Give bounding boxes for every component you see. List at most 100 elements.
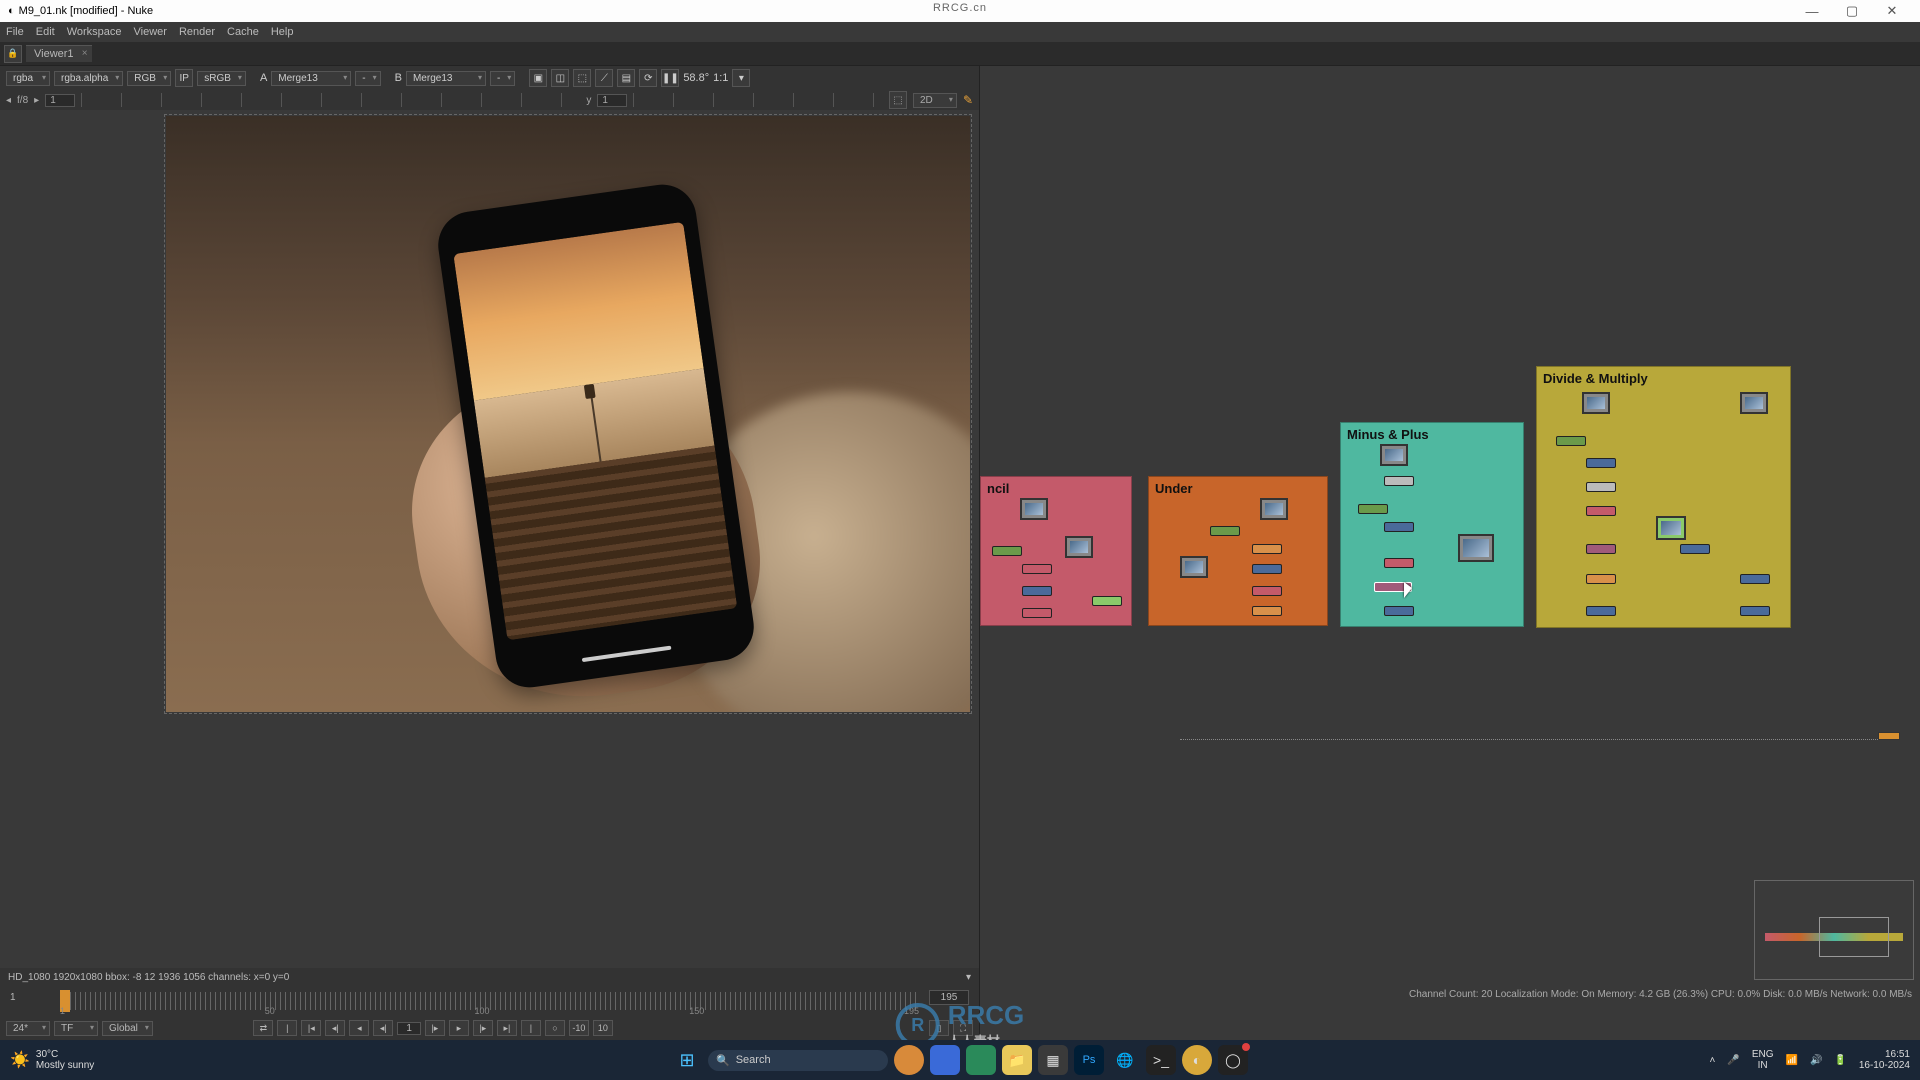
merge-node[interactable] — [992, 546, 1022, 556]
app-icon-2[interactable] — [930, 1045, 960, 1075]
transform-node[interactable] — [1384, 606, 1414, 616]
node-graph-panel[interactable]: ncil Under Minus & Plus Divide & Multipl… — [980, 66, 1920, 1040]
merge-node[interactable] — [1210, 526, 1240, 536]
menu-edit[interactable]: Edit — [36, 26, 55, 38]
merge-node[interactable] — [1556, 436, 1586, 446]
taskbar-search[interactable]: 🔍 Search — [708, 1050, 888, 1071]
transform-node[interactable] — [1740, 606, 1770, 616]
menu-cache[interactable]: Cache — [227, 26, 259, 38]
node-graph-minimap[interactable] — [1754, 880, 1914, 980]
timeline[interactable]: 1 1 50 100 150 195 195 — [0, 986, 979, 1016]
terminal-icon[interactable]: >_ — [1146, 1045, 1176, 1075]
region-icon[interactable]: ⬚ — [889, 91, 907, 109]
prev-key-button[interactable]: ◂| — [325, 1020, 345, 1036]
wipe-icon[interactable]: ◫ — [551, 69, 569, 87]
read-node[interactable] — [1656, 516, 1686, 540]
transform-node[interactable] — [1680, 544, 1710, 554]
menu-viewer[interactable]: Viewer — [134, 26, 167, 38]
loop-icon[interactable]: ○ — [545, 1020, 565, 1036]
weather-widget[interactable]: 30°C Mostly sunny — [36, 1049, 94, 1071]
start-button[interactable]: ⊞ — [672, 1045, 702, 1075]
next-frame-icon[interactable]: ▸ — [34, 95, 39, 106]
go-start-button[interactable]: |◂ — [301, 1020, 321, 1036]
prev-frame-icon[interactable]: ◂ — [6, 95, 11, 106]
tab-viewer1[interactable]: Viewer1 × — [26, 45, 92, 62]
roi-icon[interactable]: ⟋ — [595, 69, 613, 87]
tf-dropdown[interactable]: TF — [54, 1021, 98, 1036]
menu-file[interactable]: File — [6, 26, 24, 38]
grade-node[interactable] — [1022, 608, 1052, 618]
menu-render[interactable]: Render — [179, 26, 215, 38]
obs-icon[interactable]: ◯ — [1218, 1045, 1248, 1075]
input-a-dropdown[interactable]: Merge13 — [271, 71, 351, 86]
read-node[interactable] — [1020, 498, 1048, 520]
maximize-button[interactable]: ▢ — [1832, 3, 1872, 19]
zoom-ratio[interactable]: 1:1 — [713, 72, 728, 84]
menu-help[interactable]: Help — [271, 26, 294, 38]
wifi-icon[interactable]: 📶 — [1785, 1055, 1797, 1066]
clip-icon[interactable]: ⬚ — [573, 69, 591, 87]
volume-icon[interactable]: 🔊 — [1810, 1055, 1822, 1066]
scope-dropdown[interactable]: Global — [102, 1021, 153, 1036]
battery-icon[interactable]: 🔋 — [1834, 1055, 1846, 1066]
read-node[interactable] — [1180, 556, 1208, 578]
grade-node[interactable] — [1252, 586, 1282, 596]
tray-mic-icon[interactable]: 🎤 — [1727, 1055, 1739, 1066]
ip-toggle[interactable]: IP — [175, 69, 193, 87]
transform-node[interactable] — [1740, 574, 1770, 584]
viewer-menu-icon[interactable]: ▾ — [732, 69, 750, 87]
jump-fwd-button[interactable]: 10 — [593, 1020, 613, 1036]
fps-dropdown[interactable]: 24* — [6, 1021, 50, 1036]
constant-node[interactable] — [1384, 476, 1414, 486]
gamma-slider[interactable] — [633, 93, 883, 107]
gamma-value[interactable]: 1 — [597, 94, 627, 107]
current-frame[interactable]: 1 — [397, 1022, 421, 1035]
pause-icon[interactable]: ❚❚ — [661, 69, 679, 87]
zoom-level[interactable]: 58.8° — [683, 72, 709, 84]
close-button[interactable]: ✕ — [1872, 3, 1912, 19]
fstop-label[interactable]: f/8 — [17, 95, 28, 106]
channel-dropdown-3[interactable]: RGB — [127, 71, 171, 86]
transform-node[interactable] — [1252, 564, 1282, 574]
input-a-dash[interactable]: - — [355, 71, 380, 86]
nuke-taskbar-icon[interactable]: ◐ — [1182, 1045, 1212, 1075]
tab-close-icon[interactable]: × — [82, 48, 88, 59]
jump-back-button[interactable]: -10 — [569, 1020, 589, 1036]
app-icon-1[interactable] — [894, 1045, 924, 1075]
tray-chevron-icon[interactable]: ˄ — [1710, 1055, 1716, 1066]
language-indicator[interactable]: ENG IN — [1752, 1049, 1774, 1071]
windows-taskbar[interactable]: ☀️ 30°C Mostly sunny ⊞ 🔍 Search 📁 ▦ Ps 🌐… — [0, 1040, 1920, 1080]
grade-node[interactable] — [1384, 558, 1414, 568]
timeline-start[interactable]: 1 — [10, 992, 16, 1003]
transform-node[interactable] — [1586, 606, 1616, 616]
shuffle-node[interactable] — [1252, 544, 1282, 554]
offscreen-node[interactable] — [1878, 732, 1900, 740]
read-node[interactable] — [1740, 392, 1768, 414]
gain-value[interactable]: 1 — [45, 94, 75, 107]
step-back-button[interactable]: ◂| — [373, 1020, 393, 1036]
info-expand-icon[interactable]: ▾ — [966, 972, 971, 983]
read-node[interactable] — [1582, 392, 1610, 414]
proxy-icon[interactable]: ▤ — [617, 69, 635, 87]
file-explorer-icon[interactable]: 📁 — [1002, 1045, 1032, 1075]
overlay-icon[interactable]: ▣ — [529, 69, 547, 87]
backdrop-under[interactable]: Under — [1148, 476, 1328, 626]
colorspace-dropdown[interactable]: sRGB — [197, 71, 246, 86]
read-node[interactable] — [1380, 444, 1408, 466]
transform-node[interactable] — [1384, 522, 1414, 532]
merge-node[interactable] — [1358, 504, 1388, 514]
grade-node[interactable] — [1586, 506, 1616, 516]
viewer-canvas[interactable] — [0, 110, 979, 968]
copy-node[interactable] — [1092, 596, 1122, 606]
shuffle-node[interactable] — [1252, 606, 1282, 616]
merge-node[interactable] — [1586, 544, 1616, 554]
app-icon-5[interactable]: ▦ — [1038, 1045, 1068, 1075]
annotate-icon[interactable]: ✎ — [963, 93, 973, 107]
app-icon-3[interactable] — [966, 1045, 996, 1075]
constant-node[interactable] — [1586, 482, 1616, 492]
backdrop-minus-plus[interactable]: Minus & Plus — [1340, 422, 1524, 627]
input-b-dropdown[interactable]: Merge13 — [406, 71, 486, 86]
go-end-button[interactable]: ▸| — [497, 1020, 517, 1036]
shuffle-node[interactable] — [1586, 574, 1616, 584]
sync-icon[interactable]: ⇄ — [253, 1020, 273, 1036]
